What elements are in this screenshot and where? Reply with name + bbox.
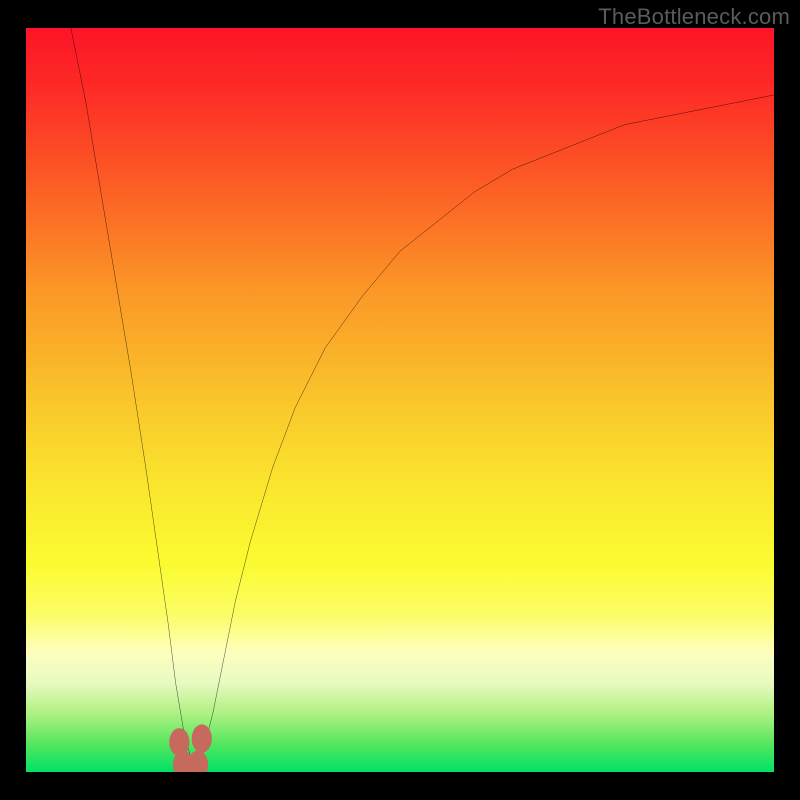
data-marker	[192, 724, 212, 752]
markers-layer	[26, 28, 774, 772]
watermark-text: TheBottleneck.com	[598, 4, 790, 30]
plot-area	[26, 28, 774, 772]
chart-frame	[0, 0, 800, 800]
